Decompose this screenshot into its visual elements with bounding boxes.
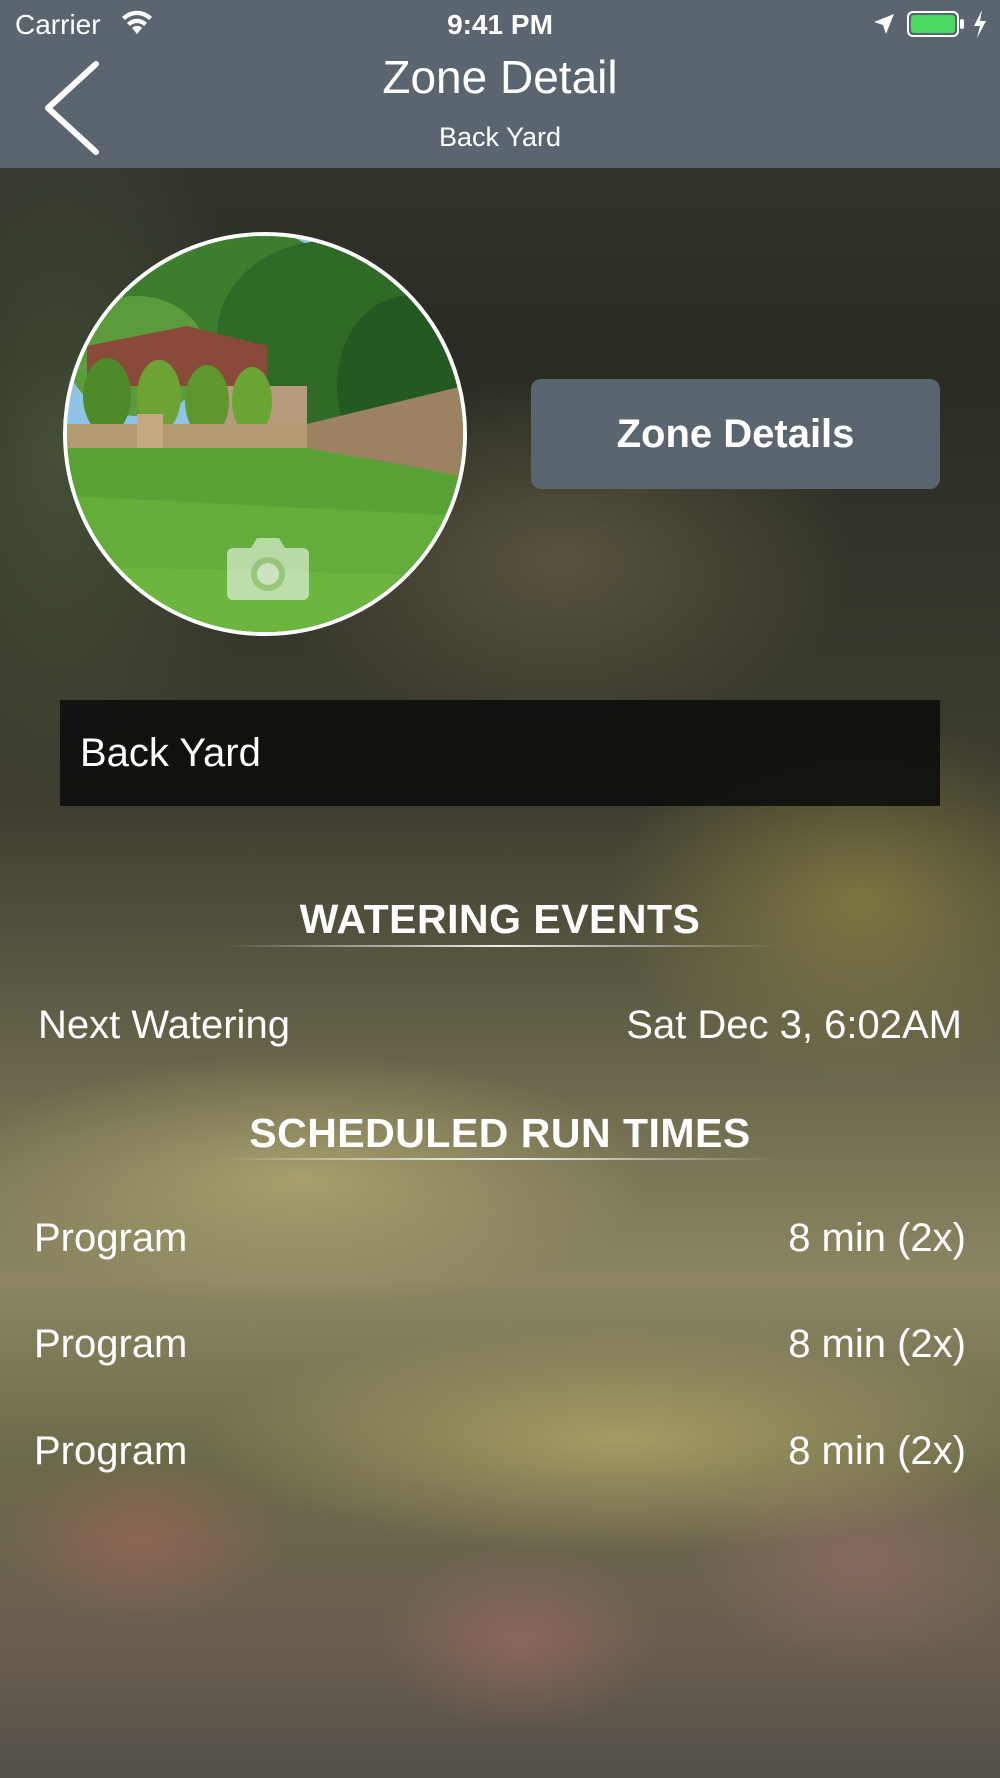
list-item[interactable]: Program 8 min (2x) (0, 1429, 1000, 1489)
program-label: Program (34, 1216, 188, 1260)
program-label: Program (34, 1429, 188, 1473)
scheduled-run-times-heading: SCHEDULED RUN TIMES (249, 1110, 751, 1156)
program-duration: 8 min (2x) (788, 1322, 966, 1366)
navigation-bar: Carrier 9:41 PM Zone Detail Back Yard (0, 0, 1000, 168)
next-watering-value: Sat Dec 3, 6:02AM (626, 1003, 962, 1047)
program-duration: 8 min (2x) (788, 1216, 966, 1260)
next-watering-label: Next Watering (38, 1003, 290, 1047)
zone-name-field[interactable]: Back Yard (60, 700, 940, 806)
camera-icon[interactable] (223, 532, 313, 604)
page-title: Zone Detail (382, 51, 618, 103)
section-divider (220, 1158, 780, 1160)
charging-bolt-icon (974, 10, 986, 38)
program-duration: 8 min (2x) (788, 1429, 966, 1473)
list-item[interactable]: Program 8 min (2x) (0, 1322, 1000, 1382)
list-item[interactable]: Program 8 min (2x) (0, 1216, 1000, 1276)
status-clock: 9:41 PM (447, 9, 553, 40)
zone-detail-screen: Carrier 9:41 PM Zone Detail Back Yard Zo… (0, 0, 1000, 1778)
program-label: Program (34, 1322, 188, 1366)
zone-details-button[interactable]: Zone Details (531, 379, 940, 489)
battery-icon (907, 11, 964, 37)
page-subtitle: Back Yard (438, 122, 562, 152)
next-watering-row: Next Watering Sat Dec 3, 6:02AM (0, 1003, 1000, 1063)
location-arrow-icon (874, 14, 894, 34)
section-divider (220, 945, 780, 947)
watering-events-heading: WATERING EVENTS (299, 896, 701, 942)
zone-photo[interactable] (63, 232, 467, 636)
status-bar: Carrier 9:41 PM (0, 0, 1000, 50)
